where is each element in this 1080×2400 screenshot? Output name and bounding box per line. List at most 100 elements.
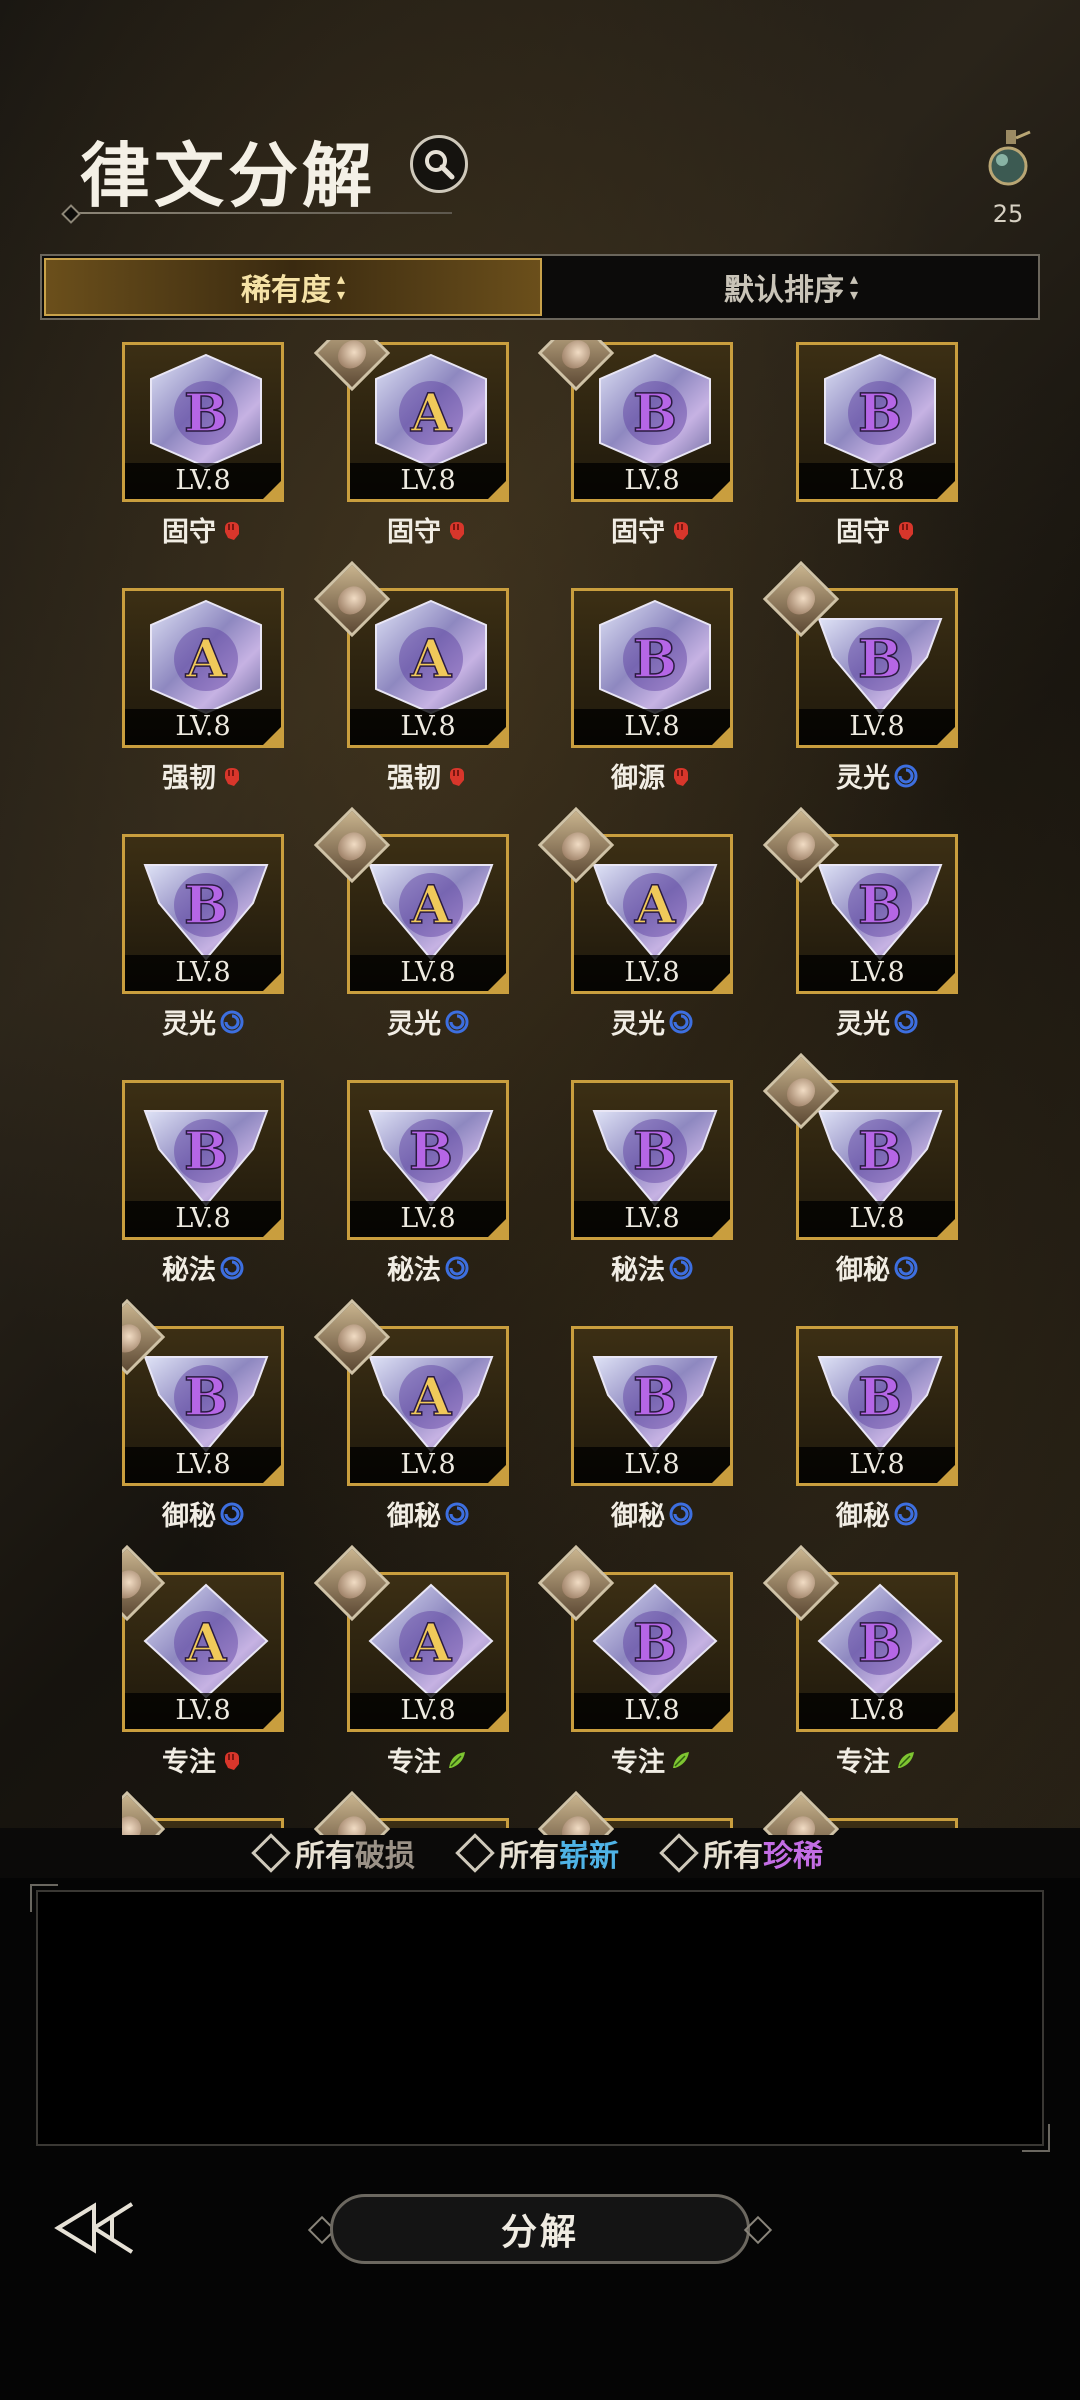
rune-item[interactable]: A LV.8 专注 <box>313 1544 509 1780</box>
rune-item[interactable]: B LV.8 灵光 <box>762 806 958 1042</box>
rune-name: 固守 <box>387 517 441 548</box>
title-divider <box>64 212 452 214</box>
rune-level: LV.8 <box>350 1201 506 1237</box>
rune-gem-icon: B <box>592 1110 718 1207</box>
rune-card[interactable]: B LV.8 <box>571 588 733 748</box>
rune-level: LV.8 <box>574 1447 730 1483</box>
rune-name: 强韧 <box>387 763 441 794</box>
rune-item[interactable]: B LV.8 灵光 <box>762 560 958 796</box>
rune-card[interactable]: B LV.8 <box>571 1080 733 1240</box>
rune-item[interactable]: B LV.8 固守 <box>796 340 958 550</box>
rune-level: LV.8 <box>574 1693 730 1729</box>
rune-card[interactable]: B LV.8 <box>347 1080 509 1240</box>
rune-card[interactable]: B LV.8 <box>796 342 958 502</box>
rune-label: 灵光 <box>347 1002 509 1041</box>
rune-item[interactable]: A LV.8 灵光 <box>537 806 733 1042</box>
rune-label: 灵光 <box>122 1002 284 1041</box>
rune-grade: B <box>858 875 902 936</box>
rune-name: 御秘 <box>836 1255 890 1286</box>
rune-name: 专注 <box>387 1747 441 1778</box>
rune-item[interactable]: B LV.8 灵光 <box>122 832 284 1042</box>
rune-item[interactable]: B LV.8 固守 <box>537 340 733 550</box>
back-arrow-icon[interactable] <box>54 2196 140 2260</box>
rune-item[interactable]: B LV.8 御秘 <box>571 1324 733 1534</box>
rune-gem-icon: A <box>368 1356 494 1453</box>
rune-label: 御秘 <box>796 1494 958 1533</box>
rune-item[interactable]: A LV.8 强韧 <box>313 560 509 796</box>
rune-item[interactable]: B LV.8 专注 <box>537 1544 733 1780</box>
swirl-type-icon <box>669 1010 693 1033</box>
rune-card[interactable]: B LV.8 <box>122 342 284 502</box>
page-title: 律文分解 <box>80 134 376 217</box>
rune-name: 秘法 <box>387 1255 441 1286</box>
rune-name: 固守 <box>611 517 665 548</box>
rune-grade: B <box>184 1367 228 1428</box>
rune-grid: B LV.8 固守 A LV.8 固守 B LV.8 固守 B LV.8 固守 A LV.8 强韧 A LV.8… <box>122 340 962 1835</box>
rune-item[interactable]: B LV.8 秘法 <box>122 1078 284 1288</box>
swirl-type-icon <box>894 1010 918 1033</box>
search-icon <box>425 150 455 180</box>
checkbox-icon[interactable] <box>455 1833 495 1873</box>
character-portrait-badge <box>537 1790 615 1835</box>
rune-label: 御源 <box>571 756 733 795</box>
rune-item[interactable]: A LV.8 固守 <box>313 340 509 550</box>
checkbox-icon[interactable] <box>659 1833 699 1873</box>
rune-item[interactable]: A LV.8 灵光 <box>313 806 509 1042</box>
search-button[interactable] <box>410 135 468 193</box>
sort-bar: 稀有度 ▴ ▾ 默认排序 ▴ ▾ <box>40 254 1040 320</box>
rune-name: 强韧 <box>162 763 216 794</box>
rune-grade: B <box>633 1613 677 1674</box>
rune-item[interactable]: A LV.8 专注 <box>122 1544 284 1780</box>
rune-grade: B <box>409 1121 453 1182</box>
fist-type-icon <box>899 521 913 540</box>
rune-card[interactable]: B LV.8 <box>571 1326 733 1486</box>
rune-item[interactable]: A LV.8 御秘 <box>313 1298 509 1534</box>
rune-item[interactable]: B LV.8 御秘 <box>762 1052 958 1288</box>
rune-item[interactable]: B LV.8 御源 <box>571 586 733 796</box>
filter-row: 所有破损 所有崭新 所有珍稀 <box>0 1828 1080 1878</box>
rune-card[interactable]: B LV.8 <box>796 1326 958 1486</box>
filter-all-new[interactable]: 所有崭新 <box>455 1831 619 1875</box>
rune-grade: B <box>184 383 228 444</box>
rune-item[interactable]: A LV.8 强韧 <box>122 586 284 796</box>
sort-rarity-tab[interactable]: 稀有度 ▴ ▾ <box>44 258 542 316</box>
filter-new-label: 崭新 <box>559 1839 619 1874</box>
filter-all-rare[interactable]: 所有珍稀 <box>659 1831 823 1875</box>
rune-label: 专注 <box>571 1740 733 1779</box>
rune-item[interactable]: B LV.8 御秘 <box>796 1324 958 1534</box>
rune-label: 强韧 <box>122 756 284 795</box>
decompose-button[interactable]: 分解 <box>330 2194 750 2264</box>
rune-item[interactable]: B LV.8 专注 <box>762 1544 958 1780</box>
sort-default-tab[interactable]: 默认排序 ▴ ▾ <box>544 256 1038 318</box>
rune-grade: B <box>184 875 228 936</box>
rune-item[interactable]: B LV.8 秘法 <box>571 1078 733 1288</box>
rune-item[interactable]: B LV.8 御秘 <box>122 1298 284 1534</box>
rune-label: 专注 <box>122 1740 284 1779</box>
rune-grade: A <box>410 383 452 444</box>
rune-card[interactable]: B LV.8 <box>122 1080 284 1240</box>
rune-item[interactable]: B LV.8 秘法 <box>347 1078 509 1288</box>
rune-level: LV.8 <box>574 463 730 499</box>
rune-gem-icon: A <box>375 353 487 469</box>
rune-card[interactable]: A LV.8 <box>122 588 284 748</box>
fist-type-icon <box>225 767 239 786</box>
rune-item[interactable]: B LV.8 固守 <box>122 340 284 550</box>
rune-grade: A <box>634 875 676 936</box>
sort-default-label: 默认排序 <box>723 273 844 308</box>
rune-grade: A <box>410 1613 452 1674</box>
rune-level: LV.8 <box>125 463 281 499</box>
fist-type-icon <box>450 521 464 540</box>
rune-level: LV.8 <box>350 955 506 991</box>
checkbox-icon[interactable] <box>251 1833 291 1873</box>
rune-label: 固守 <box>571 510 733 549</box>
rune-gem-icon: B <box>143 864 269 961</box>
rune-label: 灵光 <box>796 756 958 795</box>
filter-all-damaged[interactable]: 所有破损 <box>251 1831 415 1875</box>
swirl-type-icon <box>894 764 918 787</box>
rune-level: LV.8 <box>350 709 506 745</box>
rune-grade: B <box>633 1367 677 1428</box>
rune-card[interactable]: B LV.8 <box>122 834 284 994</box>
rune-gem-icon: A <box>150 599 262 715</box>
rune-gem-icon: B <box>817 864 943 961</box>
rune-label: 强韧 <box>347 756 509 795</box>
